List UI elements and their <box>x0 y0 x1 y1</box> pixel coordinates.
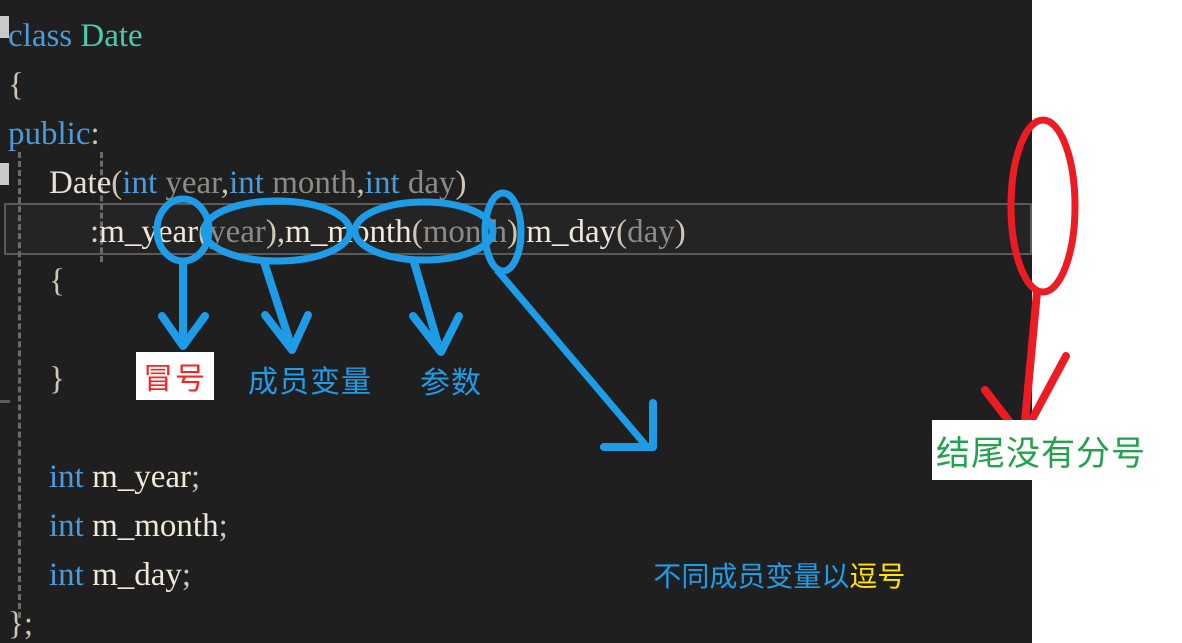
code-token: day <box>627 214 675 250</box>
code-token: year <box>209 214 266 250</box>
code-token: int <box>49 508 84 544</box>
code-token: ; <box>191 459 201 495</box>
comma-note-text-highlight: 逗号 <box>849 560 906 593</box>
code-token: month <box>263 165 357 201</box>
code-token: ( <box>111 165 123 201</box>
code-token: m_day <box>83 557 182 593</box>
code-token: m_year <box>83 459 192 495</box>
code-token: ) <box>265 214 277 250</box>
code-token: , <box>220 165 230 201</box>
code-token: : <box>90 214 100 250</box>
code-token: { <box>8 67 24 103</box>
code-token: public <box>8 116 91 152</box>
code-token: m_year <box>99 214 199 250</box>
code-token: year <box>157 165 221 201</box>
code-line[interactable]: { <box>0 257 1032 306</box>
parameter-label: 参数 <box>420 366 482 401</box>
code-token: ; <box>218 508 228 544</box>
code-token: Date <box>80 18 143 54</box>
code-token: ) <box>507 214 519 250</box>
code-token: } <box>8 606 24 642</box>
code-token: ; <box>181 557 192 593</box>
code-token: { <box>49 263 65 299</box>
code-token: : <box>90 116 100 152</box>
code-token: } <box>49 361 65 397</box>
comma-note: 不同成员变量以逗号 隔开 <box>600 458 905 643</box>
code-token: class <box>8 18 81 54</box>
code-token: int <box>229 165 264 201</box>
code-line[interactable]: Date(int year,int month,int day) <box>0 159 1032 208</box>
no-semicolon-label: 结尾没有分号 <box>936 433 1146 474</box>
code-token: day <box>399 165 456 201</box>
code-token: int <box>49 557 84 593</box>
code-token: ( <box>616 214 628 250</box>
code-line[interactable]: :m_year(year),m_month(month),m_day(day) <box>0 208 1032 257</box>
code-line[interactable]: { <box>0 61 1032 110</box>
colon-label: 冒号 <box>143 362 207 397</box>
code-token: , <box>356 165 365 201</box>
colon-label-box: 冒号 <box>136 352 214 400</box>
code-line[interactable] <box>0 404 1032 453</box>
code-token: int <box>49 459 84 495</box>
code-line[interactable] <box>0 306 1032 355</box>
no-semicolon-label-box: 结尾没有分号 <box>932 420 1182 480</box>
code-token: ) <box>455 165 467 201</box>
code-token: ) <box>674 214 686 250</box>
code-token: m_month <box>285 214 412 250</box>
comma-note-text-a: 不同成员变量以 <box>653 560 850 593</box>
code-token: , <box>276 214 286 250</box>
screenshot-root: class Date{public: Date(int year,int mont… <box>0 0 1182 643</box>
code-token: month <box>422 214 508 250</box>
code-line[interactable]: class Date <box>0 12 1032 61</box>
code-token: int <box>122 165 158 201</box>
code-token: m_day <box>526 214 617 250</box>
code-line[interactable]: public: <box>0 110 1032 159</box>
code-token: int <box>364 165 400 201</box>
code-token: m_month <box>83 508 219 544</box>
code-token: ( <box>198 214 210 250</box>
code-token: ; <box>23 606 34 642</box>
code-token: Date <box>49 165 112 201</box>
member-variable-label: 成员变量 <box>248 365 372 400</box>
code-token: ( <box>411 214 423 250</box>
